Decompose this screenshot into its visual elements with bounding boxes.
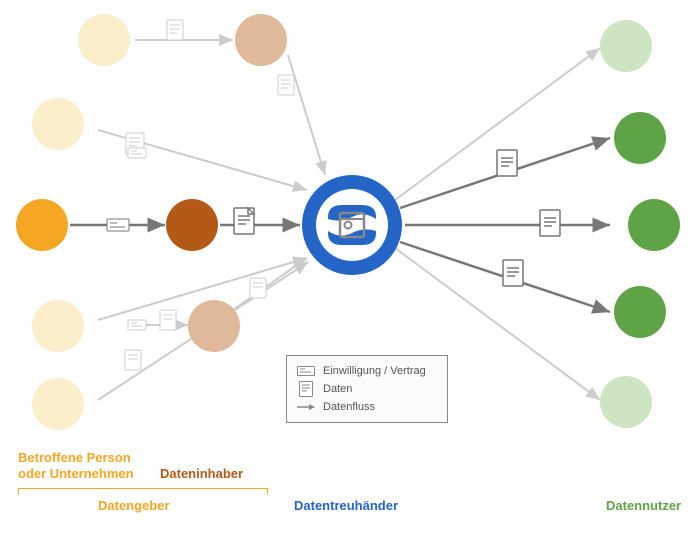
- node-affected-faded-1: [78, 14, 130, 66]
- node-affected-faded-2: [32, 98, 84, 150]
- label-user: Datennutzer: [606, 498, 681, 513]
- bracket-giver: [18, 488, 268, 495]
- node-owner-main: [166, 199, 218, 251]
- legend-label-data: Daten: [323, 383, 352, 395]
- node-user-2: [628, 199, 680, 251]
- label-owner: Dateninhaber: [160, 466, 243, 481]
- node-owner-faded-1: [235, 14, 287, 66]
- legend-label-consent: Einwilligung / Vertrag: [323, 365, 426, 377]
- node-user-faded-1: [600, 20, 652, 72]
- legend-label-flow: Datenfluss: [323, 401, 375, 413]
- arrow-icon: [297, 403, 315, 411]
- node-affected-faded-3: [32, 300, 84, 352]
- legend-row-consent: Einwilligung / Vertrag: [297, 362, 437, 380]
- node-user-1: [614, 112, 666, 164]
- node-affected-main: [16, 199, 68, 251]
- node-user-3: [614, 286, 666, 338]
- document-icon: [297, 381, 315, 397]
- label-giver: Datengeber: [98, 498, 170, 513]
- node-trustee: [300, 173, 404, 277]
- node-owner-faded-2: [188, 300, 240, 352]
- node-affected-faded-4: [32, 378, 84, 430]
- label-affected: Betroffene Person oder Unternehmen: [18, 450, 134, 483]
- label-trustee: Datentreuhänder: [294, 498, 398, 513]
- diagram-canvas: Einwilligung / Vertrag Daten Datenfluss …: [0, 0, 698, 538]
- node-user-faded-2: [600, 376, 652, 428]
- legend-box: Einwilligung / Vertrag Daten Datenfluss: [286, 355, 448, 423]
- legend-row-data: Daten: [297, 380, 437, 398]
- consent-card-icon: [297, 366, 315, 376]
- legend-row-flow: Datenfluss: [297, 398, 437, 416]
